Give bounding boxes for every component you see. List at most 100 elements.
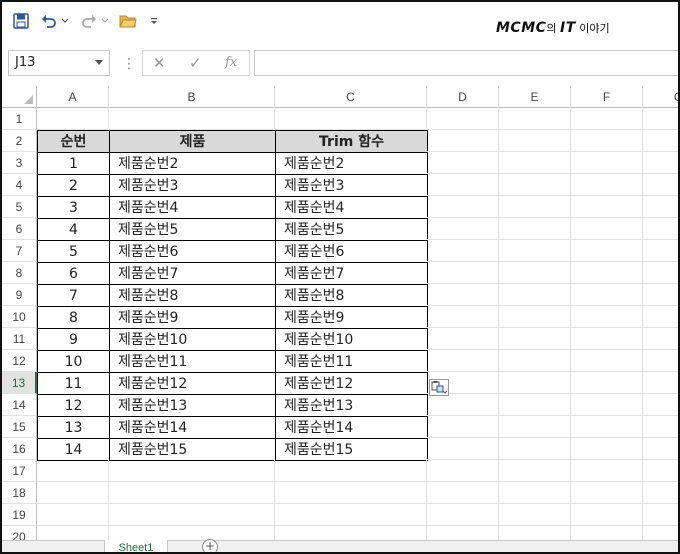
cell-d18[interactable] xyxy=(427,482,499,504)
cell-a5[interactable]: 3 xyxy=(37,196,110,219)
formula-bar-grip-icon[interactable]: ⋮ xyxy=(122,56,136,72)
cell-c15[interactable]: 제품순번14 xyxy=(275,416,428,439)
cell-d16[interactable] xyxy=(427,438,499,460)
cell-b10[interactable]: 제품순번9 xyxy=(109,306,276,329)
save-icon[interactable] xyxy=(12,10,30,32)
row-header-16[interactable]: 16 xyxy=(2,438,37,460)
row-header-7[interactable]: 7 xyxy=(2,240,37,262)
cell-f4[interactable] xyxy=(571,174,643,196)
cell-g5[interactable] xyxy=(643,196,678,218)
cell-a12[interactable]: 10 xyxy=(37,350,110,373)
cell-d6[interactable] xyxy=(427,218,499,240)
column-header-c[interactable]: C xyxy=(275,86,427,108)
cell-e10[interactable] xyxy=(499,306,571,328)
cell-e17[interactable] xyxy=(499,460,571,482)
cell-e5[interactable] xyxy=(499,196,571,218)
cell-f16[interactable] xyxy=(571,438,643,460)
row-header-10[interactable]: 10 xyxy=(2,306,37,328)
insert-function-icon[interactable]: fx xyxy=(225,55,237,70)
cell-f12[interactable] xyxy=(571,350,643,372)
cell-g16[interactable] xyxy=(643,438,678,460)
cell-g15[interactable] xyxy=(643,416,678,438)
cell-c8[interactable]: 제품순번7 xyxy=(275,262,428,285)
undo-icon[interactable] xyxy=(40,10,58,32)
cell-b3[interactable]: 제품순번2 xyxy=(109,152,276,175)
cell-c13[interactable]: 제품순번12 xyxy=(275,372,428,395)
cell-d5[interactable] xyxy=(427,196,499,218)
cell-g1[interactable] xyxy=(643,108,678,130)
row-header-17[interactable]: 17 xyxy=(2,460,37,482)
cell-b8[interactable]: 제품순번7 xyxy=(109,262,276,285)
row-header-19[interactable]: 19 xyxy=(2,504,37,526)
cell-g19[interactable] xyxy=(643,504,678,526)
cell-c7[interactable]: 제품순번6 xyxy=(275,240,428,263)
cell-b19[interactable] xyxy=(109,504,275,526)
cell-e2[interactable] xyxy=(499,130,571,152)
cell-f2[interactable] xyxy=(571,130,643,152)
row-header-4[interactable]: 4 xyxy=(2,174,37,196)
cell-e11[interactable] xyxy=(499,328,571,350)
cell-e12[interactable] xyxy=(499,350,571,372)
cell-a19[interactable] xyxy=(37,504,109,526)
cell-b6[interactable]: 제품순번5 xyxy=(109,218,276,241)
cell-b9[interactable]: 제품순번8 xyxy=(109,284,276,307)
cell-a13[interactable]: 11 xyxy=(37,372,110,395)
cell-f17[interactable] xyxy=(571,460,643,482)
redo-icon[interactable] xyxy=(80,10,98,32)
cell-b16[interactable]: 제품순번15 xyxy=(109,438,276,461)
cell-d8[interactable] xyxy=(427,262,499,284)
row-header-13[interactable]: 13 xyxy=(2,372,37,394)
column-header-e[interactable]: E xyxy=(499,86,571,108)
row-header-1[interactable]: 1 xyxy=(2,108,37,130)
cell-a6[interactable]: 4 xyxy=(37,218,110,241)
cell-e14[interactable] xyxy=(499,394,571,416)
cell-e15[interactable] xyxy=(499,416,571,438)
cell-d15[interactable] xyxy=(427,416,499,438)
row-header-2[interactable]: 2 xyxy=(2,130,37,152)
cell-e4[interactable] xyxy=(499,174,571,196)
cell-g7[interactable] xyxy=(643,240,678,262)
cell-a2[interactable]: 순번 xyxy=(37,130,110,153)
cell-g2[interactable] xyxy=(643,130,678,152)
cell-b5[interactable]: 제품순번4 xyxy=(109,196,276,219)
row-header-11[interactable]: 11 xyxy=(2,328,37,350)
cell-c4[interactable]: 제품순번3 xyxy=(275,174,428,197)
cell-f6[interactable] xyxy=(571,218,643,240)
cell-f15[interactable] xyxy=(571,416,643,438)
cell-a11[interactable]: 9 xyxy=(37,328,110,351)
cell-b13[interactable]: 제품순번12 xyxy=(109,372,276,395)
cell-a7[interactable]: 5 xyxy=(37,240,110,263)
cell-d9[interactable] xyxy=(427,284,499,306)
cell-e9[interactable] xyxy=(499,284,571,306)
cell-g12[interactable] xyxy=(643,350,678,372)
cell-a4[interactable]: 2 xyxy=(37,174,110,197)
cell-g17[interactable] xyxy=(643,460,678,482)
column-header-a[interactable]: A xyxy=(37,86,109,108)
cell-b15[interactable]: 제품순번14 xyxy=(109,416,276,439)
cell-a14[interactable]: 12 xyxy=(37,394,110,417)
cell-c18[interactable] xyxy=(275,482,427,504)
cell-a10[interactable]: 8 xyxy=(37,306,110,329)
cell-a18[interactable] xyxy=(37,482,109,504)
cell-g13[interactable] xyxy=(643,372,678,394)
name-box-dropdown-icon[interactable] xyxy=(95,60,103,65)
cell-e19[interactable] xyxy=(499,504,571,526)
column-header-b[interactable]: B xyxy=(109,86,275,108)
cell-c2[interactable]: Trim 함수 xyxy=(275,130,428,153)
cell-f9[interactable] xyxy=(571,284,643,306)
cell-d12[interactable] xyxy=(427,350,499,372)
cell-f1[interactable] xyxy=(571,108,643,130)
cell-d17[interactable] xyxy=(427,460,499,482)
cell-g3[interactable] xyxy=(643,152,678,174)
cell-c11[interactable]: 제품순번10 xyxy=(275,328,428,351)
select-all-button[interactable] xyxy=(2,86,37,108)
row-header-8[interactable]: 8 xyxy=(2,262,37,284)
row-header-18[interactable]: 18 xyxy=(2,482,37,504)
cell-d7[interactable] xyxy=(427,240,499,262)
cell-a9[interactable]: 7 xyxy=(37,284,110,307)
cell-f7[interactable] xyxy=(571,240,643,262)
cell-f10[interactable] xyxy=(571,306,643,328)
cell-a1[interactable] xyxy=(37,108,109,130)
cell-b11[interactable]: 제품순번10 xyxy=(109,328,276,351)
enter-icon[interactable]: ✓ xyxy=(189,54,202,72)
